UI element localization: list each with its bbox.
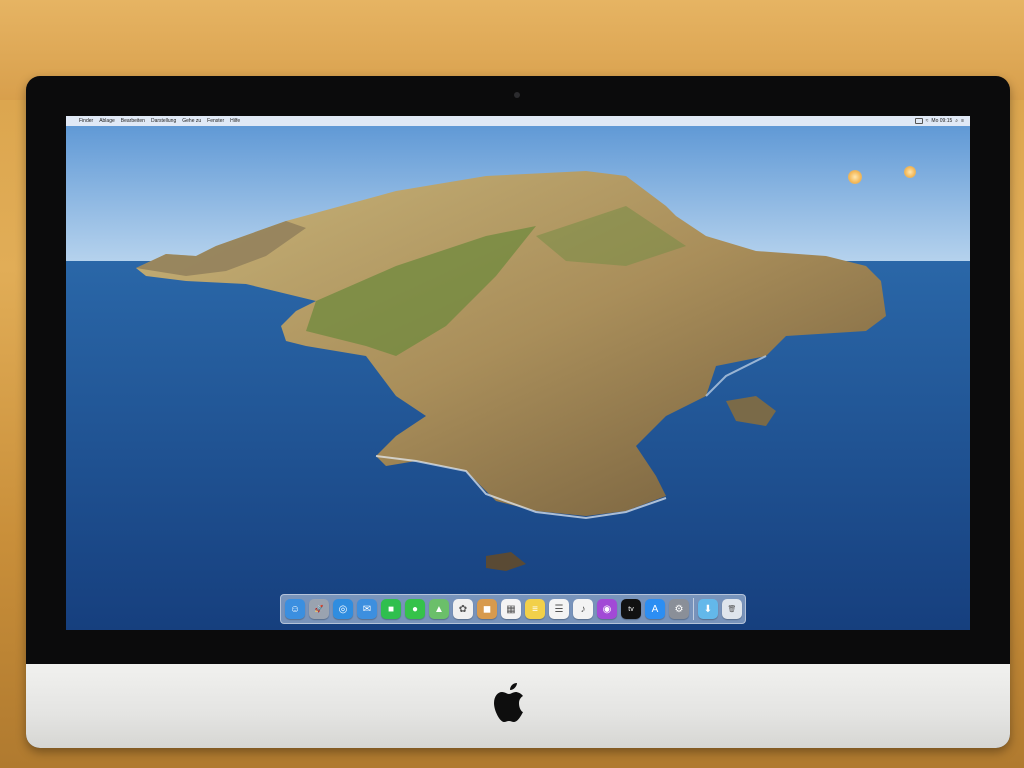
trash-icon[interactable]: 🗑	[722, 599, 742, 619]
calendar-icon[interactable]: ▦	[501, 599, 521, 619]
reminders-icon[interactable]: ☰	[549, 599, 569, 619]
menu-ablage[interactable]: Ablage	[96, 118, 118, 124]
downloads-folder-icon[interactable]: ⬇	[698, 599, 718, 619]
menu-darstellung[interactable]: Darstellung	[148, 118, 179, 124]
clock[interactable]: Mo 09:15	[931, 118, 952, 124]
apple-logo-icon	[494, 683, 523, 722]
finder-icon[interactable]: ☺	[285, 599, 305, 619]
search-icon[interactable]: ⌕	[955, 118, 958, 124]
facetime-icon[interactable]: ■	[381, 599, 401, 619]
dock-separator	[693, 598, 694, 620]
imac: Finder Ablage Bearbeiten Darstellung Geh…	[26, 76, 1010, 748]
dock: ☺ 🚀 ◎ ✉ ■ ● ▲ ✿ ◼ ▦ ≡ ☰ ♪ ◉ tv A ⚙ ⬇ 🗑	[280, 594, 746, 624]
menu-finder[interactable]: Finder	[76, 118, 96, 124]
camera	[514, 92, 520, 98]
app-store-icon[interactable]: A	[645, 599, 665, 619]
light-reflection	[904, 166, 916, 178]
menu-bar: Finder Ablage Bearbeiten Darstellung Geh…	[66, 116, 970, 126]
contacts-icon[interactable]: ◼	[477, 599, 497, 619]
safari-icon[interactable]: ◎	[333, 599, 353, 619]
light-reflection	[848, 170, 862, 184]
notes-icon[interactable]: ≡	[525, 599, 545, 619]
control-center-icon[interactable]: ≡	[961, 118, 964, 124]
menu-hilfe[interactable]: Hilfe	[227, 118, 243, 124]
music-icon[interactable]: ♪	[573, 599, 593, 619]
menu-bearbeiten[interactable]: Bearbeiten	[118, 118, 148, 124]
menu-gehe-zu[interactable]: Gehe zu	[179, 118, 204, 124]
menu-extras: ≈ Mo 09:15 ⌕ ≡	[914, 118, 970, 124]
wifi-icon[interactable]: ≈	[926, 118, 929, 124]
screen: Finder Ablage Bearbeiten Darstellung Geh…	[66, 116, 970, 630]
tv-icon[interactable]: tv	[621, 599, 641, 619]
battery-icon[interactable]	[914, 118, 923, 124]
maps-icon[interactable]: ▲	[429, 599, 449, 619]
photos-icon[interactable]: ✿	[453, 599, 473, 619]
mail-icon[interactable]: ✉	[357, 599, 377, 619]
system-preferences-icon[interactable]: ⚙	[669, 599, 689, 619]
menu-fenster[interactable]: Fenster	[204, 118, 227, 124]
wallpaper-catalina	[66, 116, 970, 630]
launchpad-icon[interactable]: 🚀	[309, 599, 329, 619]
podcasts-icon[interactable]: ◉	[597, 599, 617, 619]
messages-icon[interactable]: ●	[405, 599, 425, 619]
